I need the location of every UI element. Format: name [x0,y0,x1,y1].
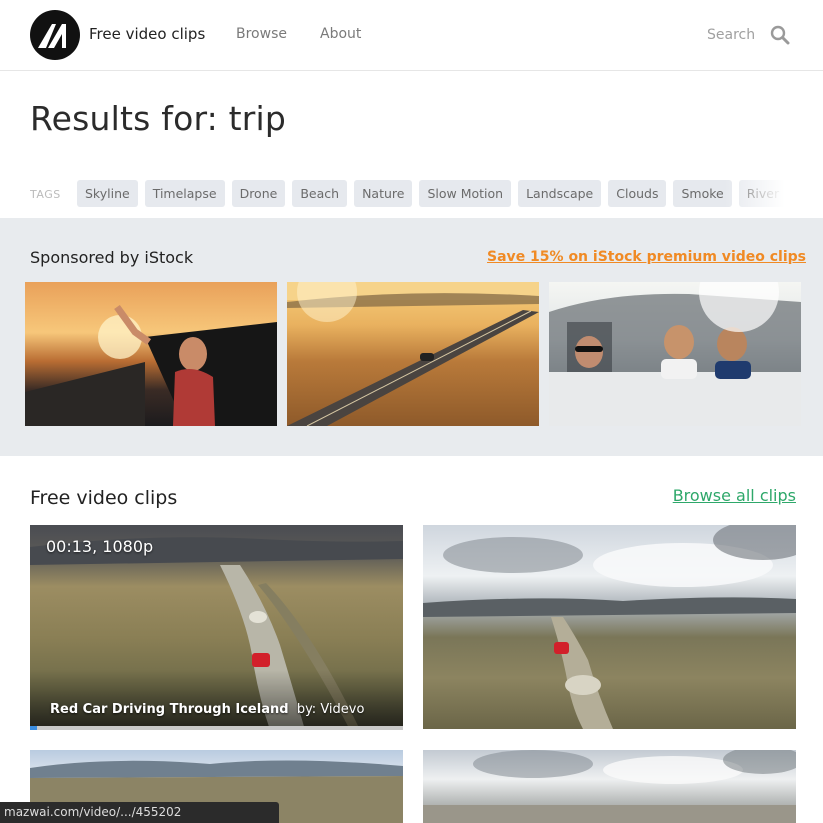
video-clip-card[interactable]: 00:13, 1080p Red Car Driving Through Ice… [30,525,403,730]
tag-timelapse[interactable]: Timelapse [144,180,225,207]
status-bar-url: mazwai.com/video/.../455202 [0,802,190,823]
tag-partial[interactable]: W [794,180,795,207]
tag-list: Skyline Timelapse Drone Beach Nature Slo… [77,180,795,207]
search-icon[interactable] [770,25,790,45]
page-title: Results for: trip [30,99,287,138]
video-clip-card[interactable] [423,525,796,729]
tag-smoke[interactable]: Smoke [673,180,732,207]
clip-duration-resolution: 00:13, 1080p [46,537,154,556]
browse-all-clips-link[interactable]: Browse all clips [673,486,796,505]
sponsored-section: Sponsored by iStock Save 15% on iStock p… [0,218,823,456]
tags-bar: TAGS Skyline Timelapse Drone Beach Natur… [30,180,795,208]
sponsored-thumbnail[interactable] [25,282,277,426]
nav-browse-link[interactable]: Browse [236,26,287,42]
sponsored-thumbnail[interactable] [287,282,539,426]
clip-progress-bar[interactable] [30,726,403,730]
site-header: Free video clips Browse About [0,0,823,71]
tags-label: TAGS [30,188,61,201]
tag-beach[interactable]: Beach [292,180,348,207]
video-clip-card[interactable] [423,750,796,823]
clip-author[interactable]: by: Videvo [297,702,365,717]
logo-mark-icon [38,24,66,48]
tag-drone[interactable]: Drone [231,180,286,207]
search-input[interactable] [690,22,765,48]
clip-caption: Red Car Driving Through Iceland by: Vide… [50,702,364,717]
istock-promo-link[interactable]: Save 15% on iStock premium video clips [487,249,806,265]
tag-skyline[interactable]: Skyline [77,180,138,207]
tag-slow-motion[interactable]: Slow Motion [419,180,512,207]
clip-progress-fill [30,726,38,730]
brand-name[interactable]: Free video clips [89,25,205,43]
clip-title[interactable]: Red Car Driving Through Iceland [50,702,289,717]
tag-river[interactable]: River [738,180,788,207]
site-logo[interactable] [30,10,80,60]
tag-clouds[interactable]: Clouds [608,180,667,207]
clip-caption-shade [30,670,403,730]
nav-about-link[interactable]: About [320,26,361,42]
free-clips-title: Free video clips [30,487,178,509]
tag-nature[interactable]: Nature [354,180,413,207]
tag-landscape[interactable]: Landscape [518,180,602,207]
sponsored-title: Sponsored by iStock [30,248,194,267]
search-box [690,22,795,48]
sponsored-thumbnail[interactable] [549,282,801,426]
